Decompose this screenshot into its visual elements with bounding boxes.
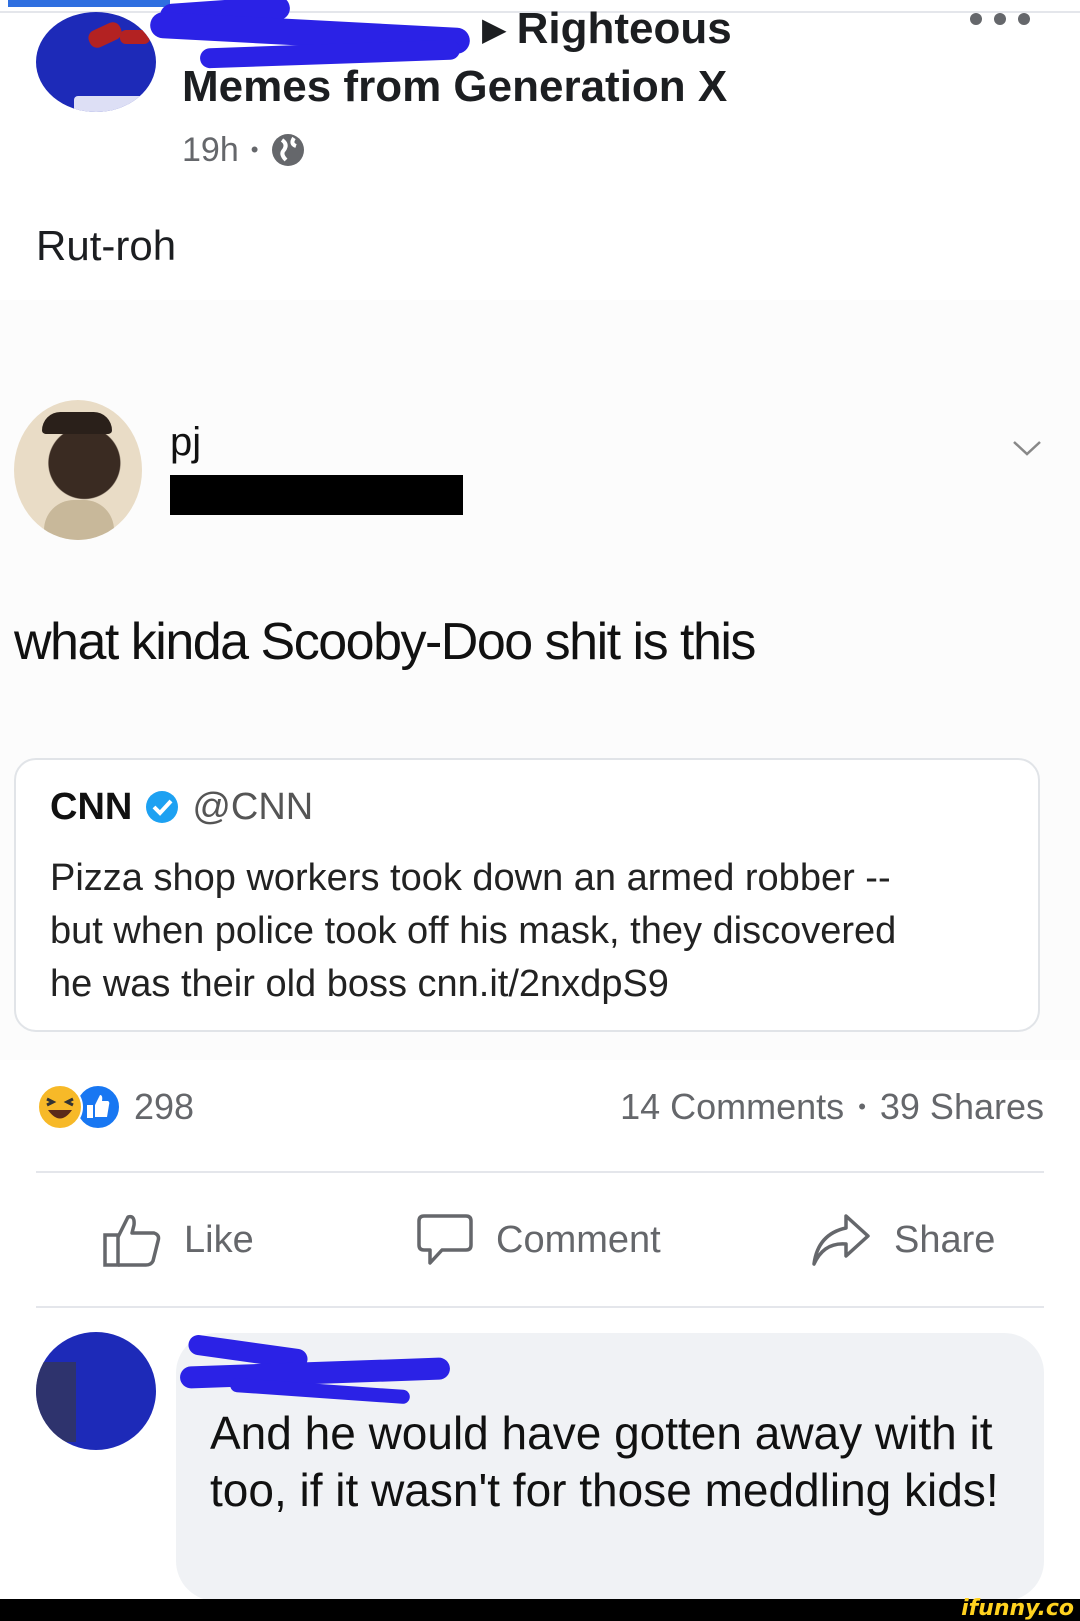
more-options-icon[interactable]: [970, 8, 1030, 30]
meta-separator: •: [250, 137, 259, 162]
group-name[interactable]: Righteous: [517, 4, 732, 54]
post-timestamp[interactable]: 19h: [182, 131, 239, 170]
comment-label: Comment: [496, 1218, 661, 1261]
like-label: Like: [184, 1218, 254, 1261]
comment-text: And he would have gotten away with it to…: [210, 1407, 999, 1516]
redaction-bar: [170, 475, 463, 515]
share-arrow-icon: [810, 1212, 872, 1268]
globe-icon: [270, 132, 306, 168]
quoted-tweet-text: Pizza shop workers took down an armed ro…: [50, 852, 1010, 1011]
comment-button[interactable]: Comment: [416, 1205, 661, 1275]
group-avatar[interactable]: [36, 12, 156, 112]
thumbs-up-icon: [102, 1211, 162, 1269]
author-avatar: [14, 400, 142, 540]
post-caption: Rut-roh: [36, 222, 177, 269]
share-button[interactable]: Share: [810, 1205, 995, 1275]
quoted-text-line: he was their old boss cnn.it/2nxdpS9: [50, 963, 669, 1005]
author-name: pj: [170, 420, 202, 464]
reactions-summary[interactable]: 298: [36, 1082, 194, 1132]
quoted-handle: @CNN: [192, 785, 314, 828]
tweet-text: what kinda Scooby-Doo shit is this: [14, 613, 756, 671]
stats-separator: •: [858, 1094, 866, 1119]
quoted-author-name: CNN: [50, 785, 133, 828]
share-label: Share: [894, 1218, 996, 1261]
divider: [36, 1171, 1044, 1173]
like-button[interactable]: Like: [102, 1205, 254, 1275]
commenter-avatar[interactable]: [36, 1332, 156, 1450]
footer-bar: [0, 1599, 1080, 1621]
comments-count[interactable]: 14 Comments: [620, 1086, 844, 1128]
haha-icon: [36, 1083, 84, 1131]
reaction-count[interactable]: 298: [134, 1086, 194, 1128]
quoted-tweet-card: CNN @CNN Pizza shop workers took down an…: [14, 758, 1040, 1032]
group-title-line2[interactable]: Memes from Generation X: [182, 60, 727, 114]
quoted-text-line: but when police took off his mask, they …: [50, 910, 897, 952]
divider: [36, 1306, 1044, 1308]
shares-count[interactable]: 39 Shares: [880, 1086, 1044, 1128]
top-accent-bar: [8, 0, 170, 7]
quoted-text-line: Pizza shop workers took down an armed ro…: [50, 857, 891, 899]
post-meta: 19h •: [182, 128, 306, 172]
verified-badge-icon: [144, 789, 180, 825]
comment-icon: [416, 1212, 474, 1268]
chevron-down-icon: [1012, 438, 1042, 458]
engagement-stats: 14 Comments • 39 Shares: [620, 1082, 1044, 1132]
arrow-right-icon: ▶: [482, 11, 507, 47]
quoted-tweet-header: CNN @CNN: [50, 782, 313, 832]
group-title-line1[interactable]: ▶ Righteous: [182, 4, 732, 54]
watermark-logo: ifunny.co: [961, 1596, 1074, 1621]
